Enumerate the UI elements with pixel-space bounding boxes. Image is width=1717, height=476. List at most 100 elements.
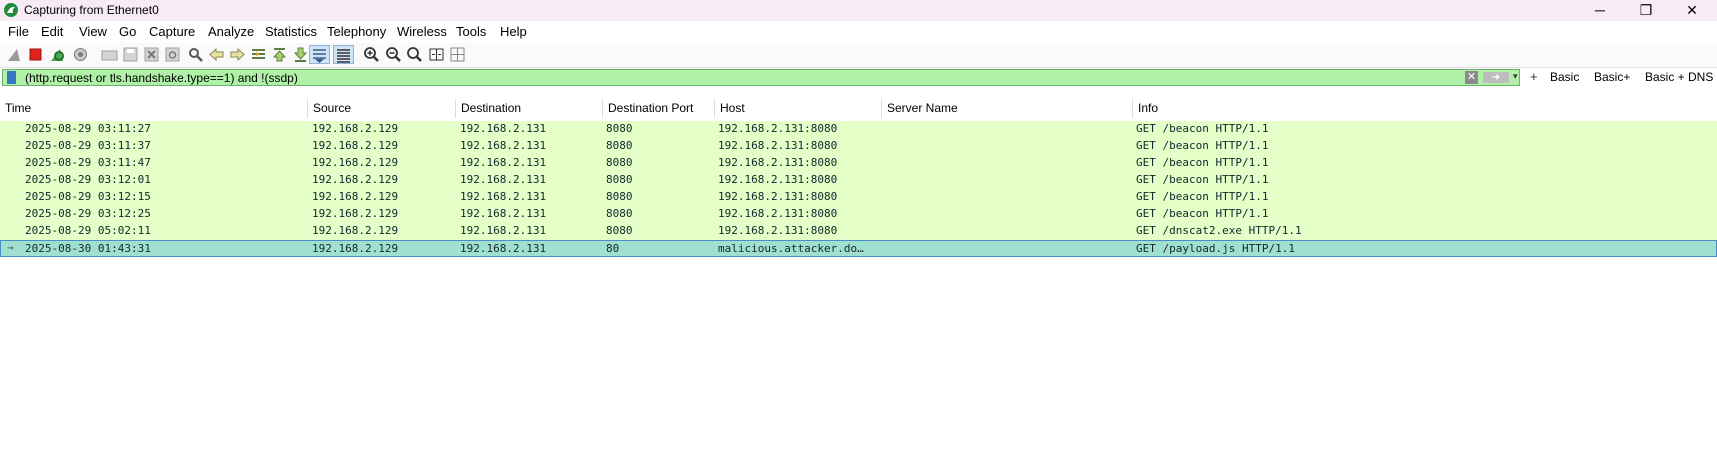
cell-dest-port: 8080: [606, 207, 633, 220]
display-filter-text[interactable]: (http.request or tls.handshake.type==1) …: [25, 71, 298, 85]
cell-source: 192.168.2.129: [312, 190, 399, 203]
column-header-destination[interactable]: Destination: [456, 99, 603, 118]
reload-file-icon[interactable]: [163, 45, 182, 64]
menu-analyze[interactable]: Analyze: [208, 24, 254, 39]
cell-destination: 192.168.2.131: [460, 156, 547, 169]
close-file-icon[interactable]: [142, 45, 161, 64]
menu-capture[interactable]: Capture: [149, 24, 195, 39]
table-row[interactable]: 2025-08-29 05:02:11 192.168.2.129 192.16…: [0, 223, 1717, 240]
menu-help[interactable]: Help: [500, 24, 527, 39]
add-filter-button[interactable]: +: [1530, 69, 1538, 84]
close-button[interactable]: ✕: [1669, 0, 1715, 21]
packet-list-header: Time Source Destination Destination Port…: [0, 99, 1717, 118]
shark-fin-start-icon[interactable]: [5, 45, 24, 64]
filter-button-basic-dns[interactable]: Basic + DNS: [1645, 70, 1713, 84]
cell-destination: 192.168.2.131: [460, 224, 547, 237]
column-header-dest-port[interactable]: Destination Port: [603, 99, 715, 118]
menu-wireless[interactable]: Wireless: [397, 24, 447, 39]
cell-time: 2025-08-29 05:02:11: [25, 224, 151, 237]
table-row[interactable]: 2025-08-29 03:12:15 192.168.2.129 192.16…: [0, 189, 1717, 206]
cell-info: GET /dnscat2.exe HTTP/1.1: [1136, 224, 1302, 237]
column-layout-icon[interactable]: [448, 45, 467, 64]
table-row[interactable]: 2025-08-29 03:11:27 192.168.2.129 192.16…: [0, 121, 1717, 138]
menu-telephony[interactable]: Telephony: [327, 24, 386, 39]
display-filter-bar: (http.request or tls.handshake.type==1) …: [0, 69, 1717, 87]
go-back-icon[interactable]: [207, 45, 226, 64]
minimize-button[interactable]: ─: [1577, 0, 1623, 21]
table-row[interactable]: 2025-08-29 03:12:25 192.168.2.129 192.16…: [0, 206, 1717, 223]
open-file-icon[interactable]: [100, 45, 119, 64]
menu-edit[interactable]: Edit: [41, 24, 63, 39]
save-file-icon[interactable]: [121, 45, 140, 64]
menu-file[interactable]: File: [8, 24, 29, 39]
cell-host: 192.168.2.131:8080: [718, 139, 838, 152]
cell-host: 192.168.2.131:8080: [718, 207, 838, 220]
cell-info: GET /beacon HTTP/1.1: [1136, 190, 1269, 203]
cell-dest-port: 8080: [606, 173, 633, 186]
cell-info: GET /beacon HTTP/1.1: [1136, 139, 1269, 152]
table-row-selected[interactable]: → 2025-08-30 01:43:31 192.168.2.129 192.…: [0, 240, 1717, 257]
menu-tools[interactable]: Tools: [456, 24, 486, 39]
cell-dest-port: 8080: [606, 139, 633, 152]
cell-time: 2025-08-29 03:12:15: [25, 190, 151, 203]
cell-host: 192.168.2.131:8080: [718, 173, 838, 186]
zoom-in-icon[interactable]: [362, 45, 381, 64]
go-first-icon[interactable]: [270, 45, 289, 64]
zoom-out-icon[interactable]: [384, 45, 403, 64]
filter-history-dropdown-icon[interactable]: ▾: [1513, 71, 1518, 82]
column-header-source[interactable]: Source: [308, 99, 456, 118]
resize-columns-icon[interactable]: [427, 45, 446, 64]
cell-destination: 192.168.2.131: [460, 207, 547, 220]
clear-filter-icon[interactable]: ✕: [1465, 71, 1478, 84]
menu-go[interactable]: Go: [119, 24, 136, 39]
column-header-info[interactable]: Info: [1133, 99, 1717, 118]
cell-dest-port: 80: [606, 242, 620, 255]
cell-host: malicious.attacker.do…: [718, 242, 864, 255]
colorize-icon[interactable]: [333, 45, 354, 64]
cell-info: GET /beacon HTTP/1.1: [1136, 156, 1269, 169]
cell-source: 192.168.2.129: [312, 173, 399, 186]
cell-destination: 192.168.2.131: [460, 173, 547, 186]
cell-destination: 192.168.2.131: [460, 190, 547, 203]
cell-host: 192.168.2.131:8080: [718, 190, 838, 203]
cell-time: 2025-08-30 01:43:31: [25, 242, 151, 255]
table-row[interactable]: 2025-08-29 03:11:47 192.168.2.129 192.16…: [0, 155, 1717, 172]
column-header-time[interactable]: Time: [0, 99, 308, 118]
cell-source: 192.168.2.129: [312, 139, 399, 152]
cell-source: 192.168.2.129: [312, 122, 399, 135]
menu-statistics[interactable]: Statistics: [265, 24, 317, 39]
column-header-server-name[interactable]: Server Name: [882, 99, 1133, 118]
apply-filter-icon[interactable]: ➜: [1483, 72, 1509, 83]
cell-info: GET /beacon HTTP/1.1: [1136, 173, 1269, 186]
related-packet-arrow-icon: →: [7, 241, 14, 254]
cell-time: 2025-08-29 03:12:25: [25, 207, 151, 220]
cell-time: 2025-08-29 03:11:37: [25, 139, 151, 152]
go-forward-icon[interactable]: [228, 45, 247, 64]
go-to-packet-icon[interactable]: [249, 45, 268, 64]
filter-button-basic-plus[interactable]: Basic+: [1594, 70, 1630, 84]
restore-button[interactable]: ❐: [1623, 0, 1669, 21]
cell-source: 192.168.2.129: [312, 224, 399, 237]
capture-options-icon[interactable]: [71, 45, 90, 64]
find-packet-icon[interactable]: [186, 45, 205, 64]
column-header-host[interactable]: Host: [715, 99, 882, 118]
cell-info: GET /beacon HTTP/1.1: [1136, 122, 1269, 135]
cell-destination: 192.168.2.131: [460, 139, 547, 152]
title-bar: Capturing from Ethernet0 ─ ❐ ✕: [0, 0, 1717, 21]
bookmark-icon[interactable]: [7, 71, 16, 84]
auto-scroll-icon[interactable]: [309, 45, 330, 64]
normal-size-icon[interactable]: [405, 45, 424, 64]
go-last-icon[interactable]: [291, 45, 310, 64]
stop-capture-icon[interactable]: [26, 45, 45, 64]
display-filter-input[interactable]: (http.request or tls.handshake.type==1) …: [2, 69, 1520, 86]
table-row[interactable]: 2025-08-29 03:11:37 192.168.2.129 192.16…: [0, 138, 1717, 155]
menu-bar: File Edit View Go Capture Analyze Statis…: [0, 21, 1717, 43]
cell-time: 2025-08-29 03:11:27: [25, 122, 151, 135]
cell-source: 192.168.2.129: [312, 156, 399, 169]
cell-dest-port: 8080: [606, 122, 633, 135]
table-row[interactable]: 2025-08-29 03:12:01 192.168.2.129 192.16…: [0, 172, 1717, 189]
menu-view[interactable]: View: [79, 24, 107, 39]
restart-capture-icon[interactable]: [48, 45, 67, 64]
cell-info: GET /beacon HTTP/1.1: [1136, 207, 1269, 220]
filter-button-basic[interactable]: Basic: [1550, 70, 1579, 84]
